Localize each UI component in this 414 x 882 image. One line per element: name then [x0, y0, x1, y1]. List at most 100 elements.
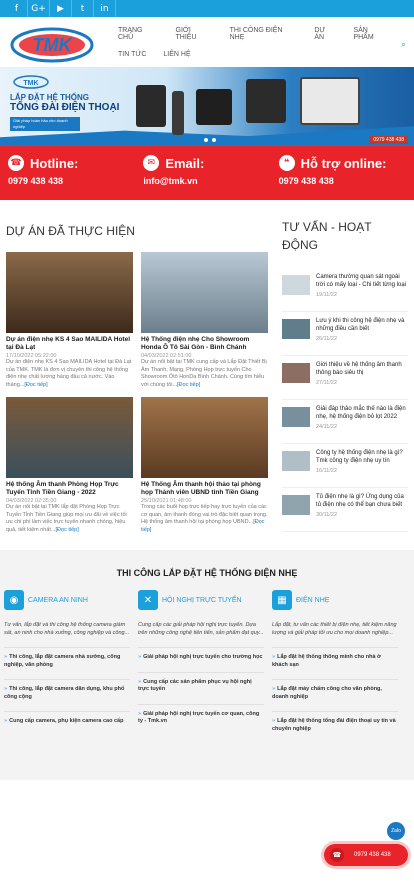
nav-item[interactable]: Giới thiệu	[176, 27, 213, 41]
project-excerpt: Trong các buổi họp trực tiếp hay trực tu…	[141, 504, 268, 534]
news-thumbnail[interactable]	[282, 319, 310, 339]
contact-box[interactable]: ☎ Hotline: 0979 438 438	[4, 146, 139, 200]
service-name[interactable]: ĐIỆN NHẸ	[296, 596, 329, 605]
service-link[interactable]: » Cung cấp camera, phụ kiện camera cao c…	[4, 711, 130, 726]
service-column: ◉ CAMERA AN NINH Tư vấn, lắp đặt và thi cô…	[4, 590, 138, 733]
contact-heading: ✉ Email:	[143, 155, 274, 171]
project-card[interactable]: Dự án điện nhẹ KS 4 Sao MAILIDA Hotel tạ…	[6, 252, 133, 389]
service-link[interactable]: » Thi công, lắp đặt camera dân dụng, khu…	[4, 679, 130, 701]
nav-item[interactable]: Dự án	[314, 27, 336, 41]
service-link[interactable]: » Thi công, lắp đặt camera nhà xưởng, cô…	[4, 647, 130, 669]
service-link-text[interactable]: Giải pháp hội nghị trực tuyến cho trường…	[143, 654, 262, 660]
service-description: Tư vấn, lắp đặt và thi công hệ thống cam…	[4, 622, 130, 636]
news-title[interactable]: Giải đáp thảo mắc thế nào là điện nhẹ, h…	[316, 405, 408, 421]
project-title[interactable]: Hệ thống Âm thanh Phòng Họp Trực Tuyến T…	[6, 481, 133, 497]
service-link[interactable]: » Lắp đặt hệ thống thông minh cho nhà ở …	[272, 647, 398, 669]
service-link[interactable]: » Giải pháp hội nghị trực tuyến cho trườ…	[138, 647, 264, 662]
conference-phone-image	[196, 89, 232, 125]
service-link[interactable]: » Giải pháp hội nghị trực tuyến cơ quan,…	[138, 703, 264, 726]
news-title[interactable]: Lưu ý khi thi công hệ điện nhẹ và những …	[316, 317, 408, 333]
project-title[interactable]: Hệ Thống Âm thanh hội thảo tại phòng họp…	[141, 481, 268, 497]
service-link-text[interactable]: Lắp đặt hệ thống tổng đài điện thoại uy …	[272, 718, 396, 732]
service-description: Lắp đặt, tư vấn các thiết bị điện nhẹ, t…	[272, 622, 397, 636]
project-excerpt: Dự án điện nhẹ KS 4 Sao MAILIDA Hotel tạ…	[6, 359, 133, 389]
news-title[interactable]: Tủ điện nhẹ là gì? Ứng dụng của tủ điện …	[316, 493, 408, 509]
service-link-text[interactable]: Lắp đặt hệ thống thông minh cho nhà ở kh…	[272, 654, 381, 668]
hero-banner[interactable]: TMK LẮP ĐẶT HỆ THỐNG TỔNG ĐÀI ĐIỆN THOẠI…	[0, 67, 414, 146]
news-item[interactable]: Giải đáp thảo mắc thế nào là điện nhẹ, h…	[282, 400, 408, 444]
news-title[interactable]: Camera thường quan sát ngoài trời có mấy…	[316, 273, 408, 289]
project-image[interactable]	[6, 397, 133, 478]
contact-label: Hỗ trợ online:	[300, 155, 387, 171]
service-link[interactable]: » Lắp đặt máy chấm công cho văn phòng, d…	[272, 679, 398, 701]
project-image[interactable]	[141, 397, 268, 478]
contact-box[interactable]: ✉ Email: info@tmk.vn	[139, 146, 274, 200]
google-plus-icon[interactable]: G+	[28, 0, 50, 17]
projects-section: DỰ ÁN ĐÃ THỰC HIỆN Dự án điện nhẹ KS 4 S…	[6, 200, 270, 534]
nav-item[interactable]: Thi công điện nhẹ	[230, 27, 298, 41]
service-link-text[interactable]: Lắp đặt máy chấm công cho văn phòng, doa…	[272, 686, 382, 700]
floating-hotline-button[interactable]: ☎ 0979 438 438	[324, 844, 408, 866]
news-item[interactable]: Tủ điện nhẹ là gì? Ứng dụng của tủ điện …	[282, 488, 408, 532]
service-link-text[interactable]: Giải pháp hội nghị trực tuyến cơ quan, c…	[138, 711, 259, 725]
read-more-link[interactable]: [Đọc tiếp]	[177, 382, 200, 388]
project-image[interactable]	[141, 252, 268, 333]
service-heading[interactable]: ▦ ĐIỆN NHẸ	[272, 590, 398, 610]
nav-item[interactable]: Liên hệ	[163, 51, 190, 58]
twitter-icon[interactable]: t	[72, 0, 94, 17]
zalo-chat-button[interactable]: Zalo	[387, 822, 405, 840]
news-item[interactable]: Camera thường quan sát ngoài trời có mấy…	[282, 268, 408, 312]
project-title[interactable]: Hệ Thống điện nhẹ Cho Showroom Honda Ô T…	[141, 336, 268, 352]
service-name[interactable]: HỘI NGHỊ TRỰC TUYẾN	[162, 596, 242, 605]
news-thumbnail[interactable]	[282, 407, 310, 427]
news-date: 19/11/22	[316, 292, 338, 298]
nav-item[interactable]: Tin tức	[118, 51, 146, 58]
service-link[interactable]: » Lắp đặt hệ thống tổng đài điện thoại u…	[272, 711, 398, 733]
main-nav: Trang chủ Giới thiệu Thi công điện nhẹ Dự á…	[118, 27, 406, 68]
service-link-text[interactable]: Cung cấp camera, phụ kiện camera cao cấp	[9, 718, 123, 724]
project-card[interactable]: Hệ thống Âm thanh Phòng Họp Trực Tuyến T…	[6, 397, 133, 534]
news-thumbnail[interactable]	[282, 495, 310, 515]
service-link-text[interactable]: Thi công, lắp đặt camera dân dụng, khu p…	[4, 686, 124, 700]
contact-value[interactable]: 0979 438 438	[279, 176, 410, 186]
project-title[interactable]: Dự án điện nhẹ KS 4 Sao MAILIDA Hotel tạ…	[6, 336, 133, 352]
project-card[interactable]: Hệ Thống điện nhẹ Cho Showroom Honda Ô T…	[141, 252, 268, 389]
contact-box[interactable]: ❝ Hỗ trợ online: 0979 438 438	[275, 146, 410, 200]
contact-value[interactable]: 0979 438 438	[8, 176, 139, 186]
news-thumbnail[interactable]	[282, 363, 310, 383]
project-card[interactable]: Hệ Thống Âm thanh hội thảo tại phòng họp…	[141, 397, 268, 534]
service-link[interactable]: » Cung cấp các sản phẩm phục vụ hội nghị…	[138, 671, 264, 694]
news-thumbnail[interactable]	[282, 451, 310, 471]
news-title[interactable]: Công ty hệ thống điện nhẹ là gì? Tmk côn…	[316, 449, 408, 465]
facebook-icon[interactable]: f	[6, 0, 28, 17]
contact-value[interactable]: info@tmk.vn	[143, 176, 274, 186]
floating-hotline-number: 0979 438 438	[354, 852, 391, 858]
news-item[interactable]: Công ty hệ thống điện nhẹ là gì? Tmk côn…	[282, 444, 408, 488]
service-heading[interactable]: ◉ CAMERA AN NINH	[4, 590, 130, 610]
service-link-text[interactable]: Cung cấp các sản phẩm phục vụ hội nghị t…	[138, 679, 252, 693]
nav-item[interactable]: Trang chủ	[118, 27, 159, 41]
read-more-link[interactable]: [Đọc tiếp]	[24, 382, 47, 388]
service-column: ✕ HỘI NGHỊ TRỰC TUYẾN Cung cấp các giải ph…	[138, 590, 272, 733]
service-heading[interactable]: ✕ HỘI NGHỊ TRỰC TUYẾN	[138, 590, 264, 610]
site-logo[interactable]: TMK	[8, 23, 100, 65]
service-name[interactable]: CAMERA AN NINH	[28, 596, 88, 605]
news-date: 30/11/22	[316, 512, 338, 518]
youtube-icon[interactable]: ▶	[50, 0, 72, 17]
news-item[interactable]: Giới thiệu về hệ thống âm thanh thông bá…	[282, 356, 408, 400]
news-item[interactable]: Lưu ý khi thi công hệ điện nhẹ và những …	[282, 312, 408, 356]
service-link-text[interactable]: Thi công, lắp đặt camera nhà xưởng, công…	[4, 654, 120, 668]
news-title[interactable]: Giới thiệu về hệ thống âm thanh thông bá…	[316, 361, 408, 377]
linkedin-icon[interactable]: in	[94, 0, 116, 17]
news-thumbnail[interactable]	[282, 275, 310, 295]
news-date: 16/11/22	[316, 468, 338, 474]
nav-item[interactable]: Sản phẩm	[353, 27, 389, 41]
news-date: 24/11/22	[316, 424, 338, 430]
search-icon[interactable]: ⌕	[401, 39, 406, 50]
project-image[interactable]	[6, 252, 133, 333]
banner-dots[interactable]	[204, 138, 224, 142]
project-excerpt: Dự án nổi bật tại TMK lắp đặt Phòng Họp …	[6, 504, 133, 534]
desk-phone-image	[136, 85, 166, 127]
read-more-link[interactable]: [Đọc tiếp]	[56, 527, 79, 533]
project-excerpt-text: Trong các buổi họp trực tiếp hay trực tu…	[141, 504, 268, 525]
